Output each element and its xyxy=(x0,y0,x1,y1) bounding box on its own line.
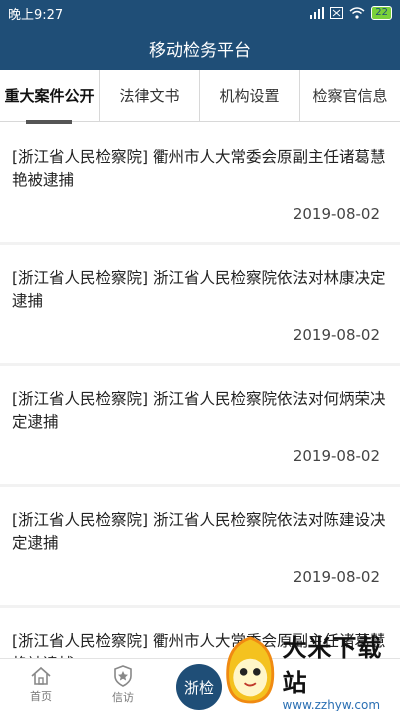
nav-letters-label: 信访 xyxy=(112,691,134,704)
sim-icon xyxy=(330,7,344,19)
badge-star-icon xyxy=(114,665,132,687)
list-item[interactable]: [浙江省人民检察院] 浙江省人民检察院依法对陈建设决定逮捕 2019-08-02 xyxy=(0,487,400,605)
list-item-date: 2019-08-02 xyxy=(292,205,380,223)
status-bar: 晚上9:27 22 xyxy=(0,0,400,26)
list-item[interactable]: [浙江省人民检察院] 衢州市人大常委会原副主任诸葛慧艳被逮捕 2019-08-0… xyxy=(0,124,400,242)
nav-center-zhejian[interactable]: 浙检 xyxy=(176,664,222,710)
tab-organization[interactable]: 机构设置 xyxy=(200,70,300,121)
app-bar: 移动检务平台 xyxy=(0,26,400,70)
signal-icon xyxy=(310,7,325,19)
status-icons: 22 xyxy=(310,6,392,20)
nav-letters[interactable]: 信访 xyxy=(82,659,164,711)
nav-home[interactable]: 首页 xyxy=(0,659,82,711)
status-time: 晚上9:27 xyxy=(8,7,64,23)
list-item-title: [浙江省人民检察院] 浙江省人民检察院依法对何炳荣决定逮捕 xyxy=(12,390,386,431)
home-icon xyxy=(31,666,51,685)
list-item-date: 2019-08-02 xyxy=(292,326,380,344)
watermark: 大米下载站 www.zzhyw.com xyxy=(222,628,400,711)
list-item-title: [浙江省人民检察院] 浙江省人民检察院依法对林康决定逮捕 xyxy=(12,269,386,310)
tab-legal-documents[interactable]: 法律文书 xyxy=(100,70,200,121)
battery-icon: 22 xyxy=(371,6,392,20)
app-title: 移动检务平台 xyxy=(149,40,251,61)
rice-mascot-logo xyxy=(226,636,275,703)
watermark-title: 大米下载站 xyxy=(282,633,383,697)
watermark-url: www.zzhyw.com xyxy=(282,697,381,711)
list-item[interactable]: [浙江省人民检察院] 浙江省人民检察院依法对何炳荣决定逮捕 2019-08-02 xyxy=(0,366,400,484)
list-item-date: 2019-08-02 xyxy=(292,568,380,586)
case-list[interactable]: [浙江省人民检察院] 衢州市人大常委会原副主任诸葛慧艳被逮捕 2019-08-0… xyxy=(0,124,400,659)
tab-prosecutor-info[interactable]: 检察官信息 xyxy=(300,70,400,121)
nav-home-label: 首页 xyxy=(30,690,52,703)
tab-major-cases[interactable]: 重大案件公开 xyxy=(0,70,100,121)
list-item-title: [浙江省人民检察院] 浙江省人民检察院依法对陈建设决定逮捕 xyxy=(12,511,386,552)
tab-bar: 重大案件公开 法律文书 机构设置 检察官信息 xyxy=(0,70,400,122)
list-item-title: [浙江省人民检察院] 衢州市人大常委会原副主任诸葛慧艳被逮捕 xyxy=(12,148,386,189)
list-item-date: 2019-08-02 xyxy=(292,447,380,465)
list-item[interactable]: [浙江省人民检察院] 浙江省人民检察院依法对林康决定逮捕 2019-08-02 xyxy=(0,245,400,363)
wifi-icon xyxy=(349,7,365,19)
